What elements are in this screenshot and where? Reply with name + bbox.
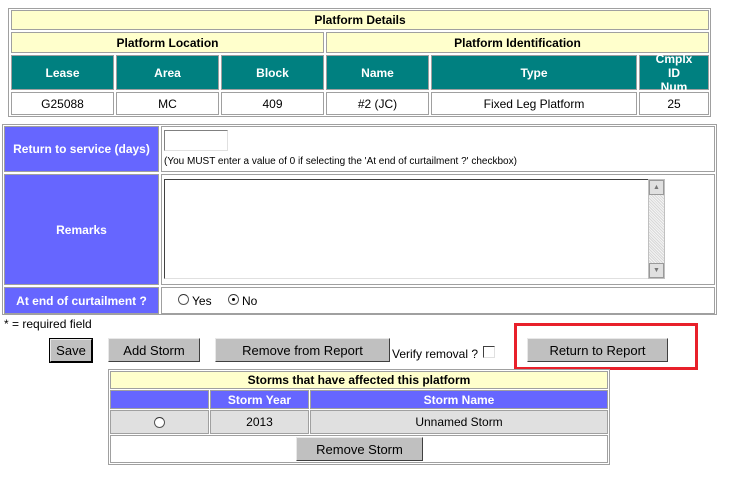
column-name: Name xyxy=(326,55,429,90)
storm-row-name: Unnamed Storm xyxy=(310,410,608,434)
remove-from-report-button[interactable]: Remove from Report xyxy=(215,338,390,362)
scroll-down-icon[interactable]: ▼ xyxy=(649,263,664,278)
platform-details-title: Platform Details xyxy=(11,10,709,30)
storm-row-select-cell xyxy=(110,410,209,434)
storm-row-year: 2013 xyxy=(210,410,309,434)
cell-name: #2 (JC) xyxy=(326,92,429,115)
column-block: Block xyxy=(221,55,324,90)
cell-type: Fixed Leg Platform xyxy=(431,92,637,115)
column-lease: Lease xyxy=(11,55,114,90)
storms-column-select xyxy=(110,390,209,409)
cell-lease: G25088 xyxy=(11,92,114,115)
return-to-service-label: Return to service (days) xyxy=(4,126,159,172)
platform-location-header: Platform Location xyxy=(11,32,324,53)
column-type: Type xyxy=(431,55,637,90)
scroll-up-icon[interactable]: ▲ xyxy=(649,180,664,195)
cell-area: MC xyxy=(116,92,219,115)
remarks-scrollbar[interactable]: ▲ ▼ xyxy=(648,179,665,279)
column-cmplx-id: Cmplx ID Num xyxy=(639,52,709,94)
curtailment-yes-label: Yes xyxy=(192,294,212,308)
curtailment-no-radio[interactable] xyxy=(228,294,239,305)
return-to-service-note: (You MUST enter a value of 0 if selectin… xyxy=(164,156,517,167)
save-button[interactable]: Save xyxy=(49,338,93,363)
required-field-note: * = required field xyxy=(4,317,92,331)
verify-removal-label: Verify removal ? xyxy=(392,347,479,361)
remove-storm-button[interactable]: Remove Storm xyxy=(296,437,423,461)
storms-title: Storms that have affected this platform xyxy=(110,371,608,389)
verify-removal-checkbox[interactable] xyxy=(483,346,495,358)
curtailment-yes-radio[interactable] xyxy=(178,294,189,305)
column-area: Area xyxy=(116,55,219,90)
return-to-service-input[interactable] xyxy=(164,130,228,151)
curtailment-label: At end of curtailment ? xyxy=(4,287,159,314)
remarks-label: Remarks xyxy=(4,174,159,285)
storms-column-year: Storm Year xyxy=(210,390,309,409)
return-to-report-button[interactable]: Return to Report xyxy=(527,338,668,362)
curtailment-no-label: No xyxy=(242,294,258,308)
remarks-textarea[interactable] xyxy=(164,179,649,279)
storms-column-name: Storm Name xyxy=(310,390,608,409)
cell-cmplx-id: 25 xyxy=(639,92,709,115)
cell-block: 409 xyxy=(221,92,324,115)
add-storm-button[interactable]: Add Storm xyxy=(108,338,200,362)
platform-identification-header: Platform Identification xyxy=(326,32,709,53)
storm-select-radio[interactable] xyxy=(154,416,165,428)
